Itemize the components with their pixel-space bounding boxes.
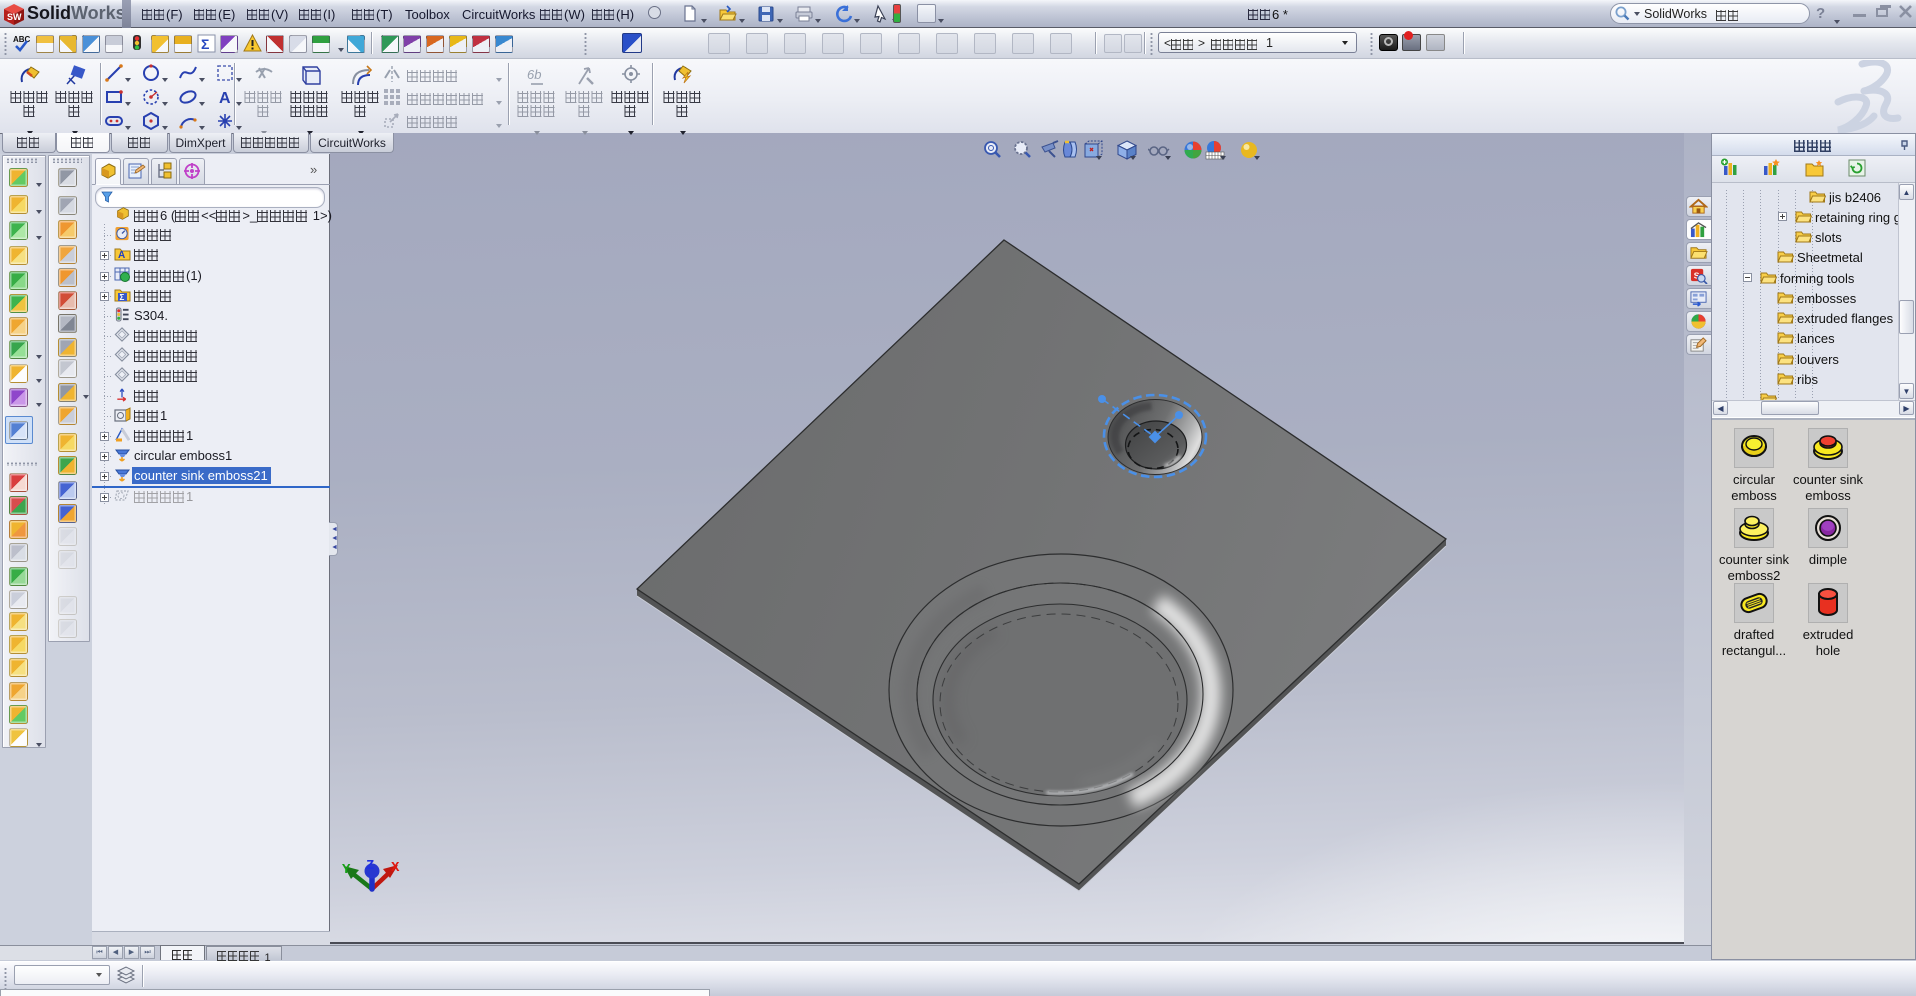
svg-text:Σ: Σ <box>120 293 125 302</box>
svg-text:6b: 6b <box>527 67 541 82</box>
svg-text:X: X <box>391 860 400 876</box>
svg-text:A: A <box>219 90 231 107</box>
svg-text:A: A <box>118 250 125 261</box>
svg-text:Y: Y <box>342 862 351 878</box>
svg-text:Σ: Σ <box>201 36 209 52</box>
svg-text:SW: SW <box>7 12 22 22</box>
svg-text:Z: Z <box>366 858 374 874</box>
svg-text:ABC: ABC <box>13 35 31 44</box>
